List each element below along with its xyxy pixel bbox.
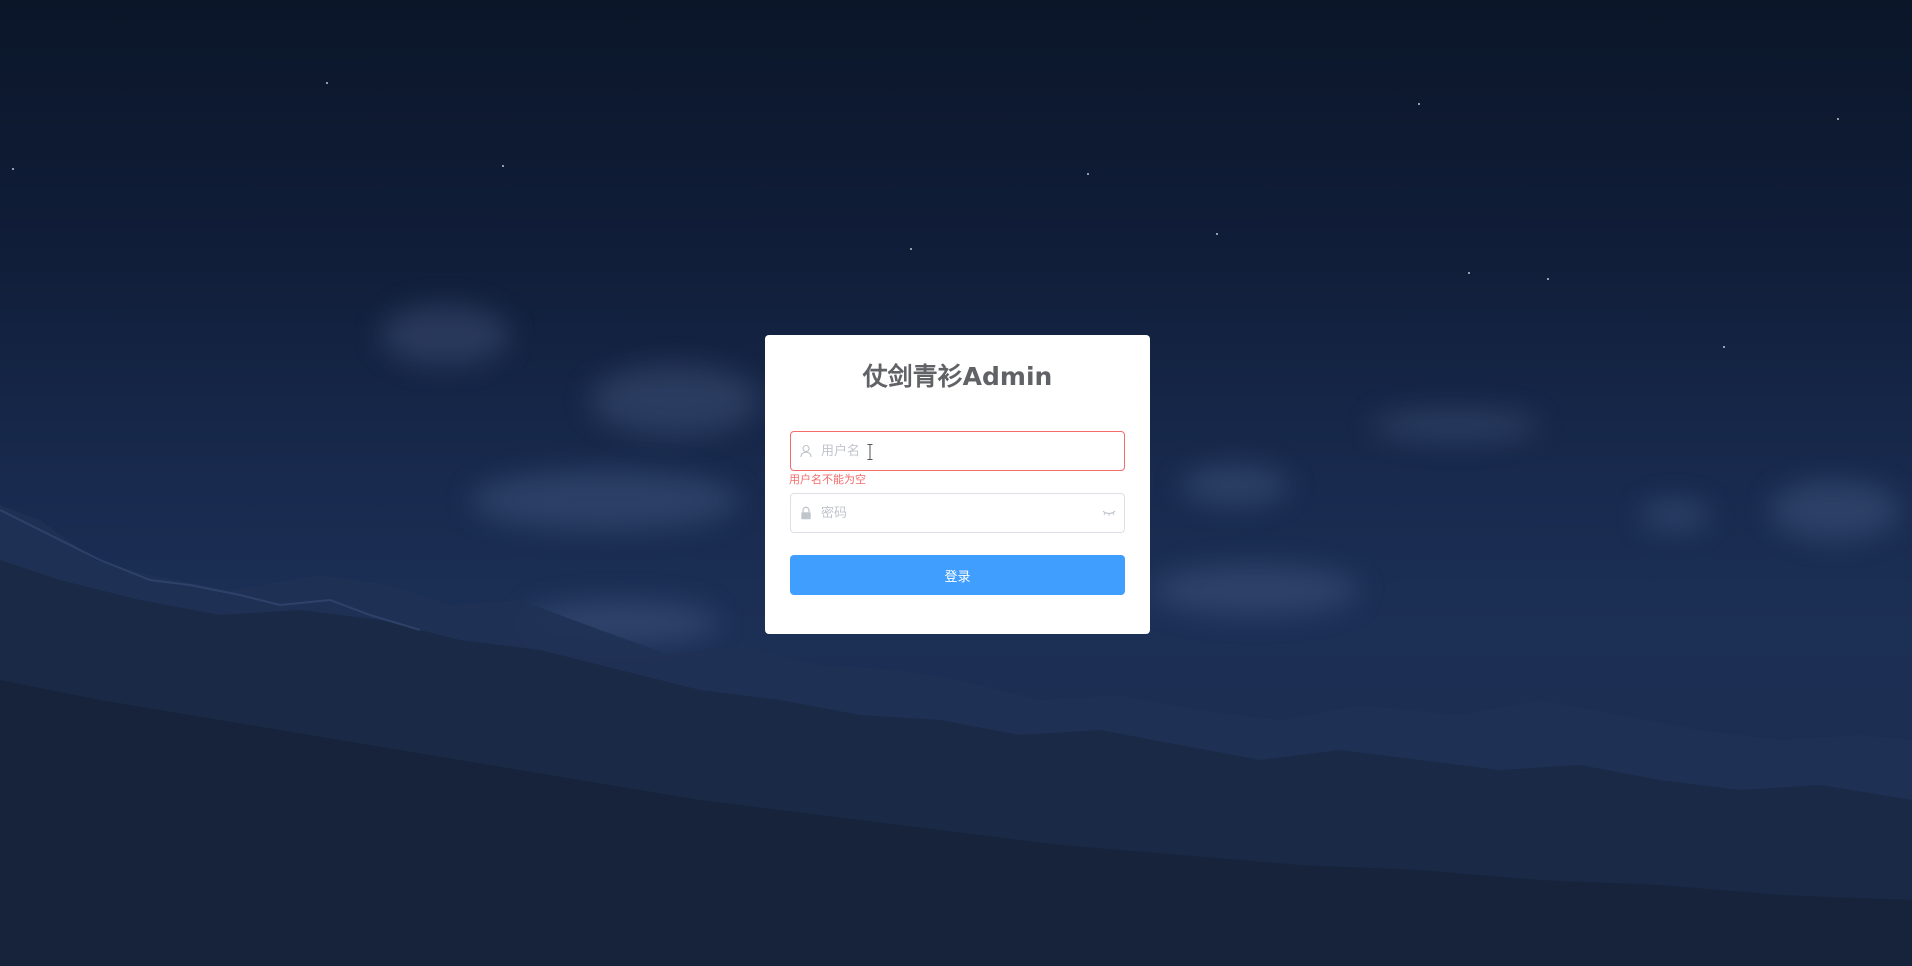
username-input[interactable] bbox=[821, 432, 1096, 470]
user-icon bbox=[795, 432, 817, 470]
text-cursor-icon bbox=[867, 444, 873, 460]
password-input[interactable] bbox=[821, 494, 1096, 532]
username-error-message: 用户名不能为空 bbox=[789, 473, 866, 486]
lock-icon bbox=[795, 494, 817, 532]
username-field[interactable] bbox=[790, 431, 1125, 471]
login-card: 仗剑青衫Admin 用户名不能为空 登录 bbox=[765, 335, 1150, 634]
login-title: 仗剑青衫Admin bbox=[862, 362, 1053, 391]
eye-closed-icon[interactable] bbox=[1098, 494, 1120, 532]
password-field[interactable] bbox=[790, 493, 1125, 533]
login-button[interactable]: 登录 bbox=[790, 555, 1125, 595]
